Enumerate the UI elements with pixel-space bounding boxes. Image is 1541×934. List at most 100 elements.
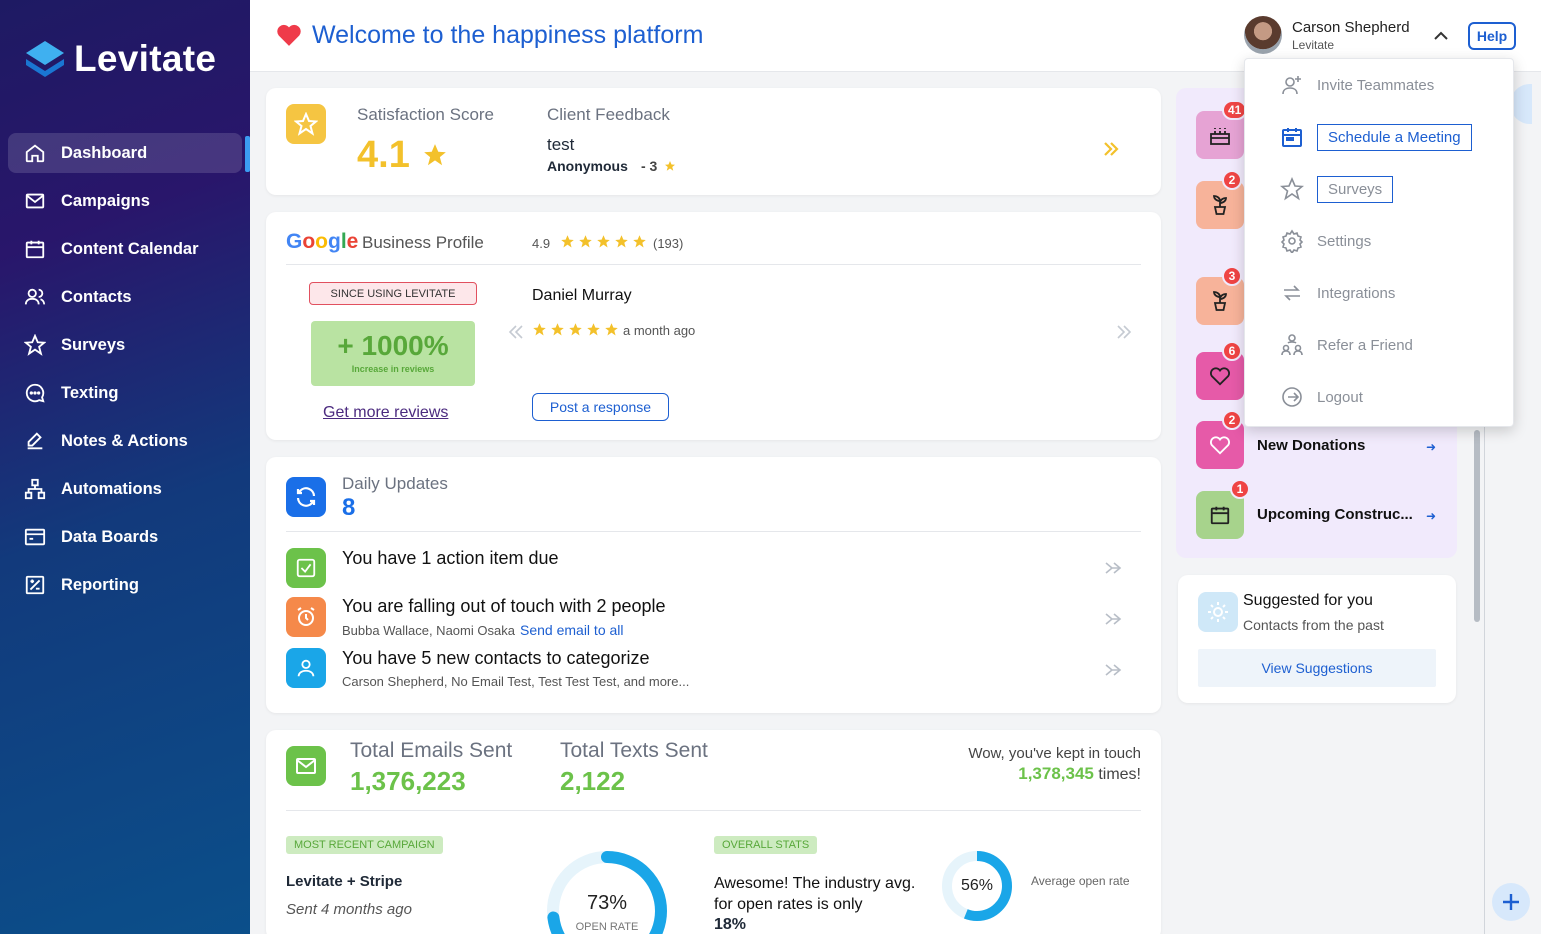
menu-item-settings[interactable]: Settings (1245, 215, 1513, 267)
menu-item-schedule-meeting[interactable]: Schedule a Meeting (1245, 111, 1513, 163)
sidebar-item-dashboard[interactable]: Dashboard (8, 133, 242, 173)
send-email-to-all-link[interactable]: Send email to all (520, 622, 624, 638)
sidebar-item-content-calendar[interactable]: Content Calendar (8, 229, 242, 269)
sidebar-item-texting[interactable]: Texting (8, 373, 242, 413)
calendar-icon (24, 238, 46, 260)
star-icon (1279, 176, 1305, 202)
sidebar-item-label: Contacts (61, 287, 132, 306)
logout-icon (1279, 384, 1305, 410)
double-chevron-right-icon[interactable] (1102, 140, 1120, 158)
business-profile-title: Business Profile (362, 233, 484, 252)
menu-item-invite-teammates[interactable]: Invite Teammates (1245, 59, 1513, 111)
scrollbar[interactable] (1474, 430, 1480, 622)
suggested-card: Suggested for you Contacts from the past… (1178, 575, 1456, 703)
refresh-icon (286, 477, 326, 517)
campaign-sent: Sent 4 months ago (286, 901, 412, 918)
increase-box: + 1000% Increase in reviews (311, 321, 475, 386)
report-icon (24, 574, 46, 596)
suggested-sub: Contacts from the past (1243, 617, 1384, 633)
new-donations-label[interactable]: New Donations (1257, 437, 1365, 454)
chevron-up-icon[interactable] (1433, 29, 1449, 41)
divider (286, 264, 1141, 265)
update-item-text[interactable]: You have 1 action item due (342, 548, 559, 569)
suggested-title: Suggested for you (1243, 592, 1373, 609)
sidebar-item-contacts[interactable]: Contacts (8, 277, 242, 317)
count-badge: 2 (1222, 170, 1242, 190)
menu-item-surveys[interactable]: Surveys (1245, 163, 1513, 215)
increase-sub: Increase in reviews (351, 364, 435, 374)
satisfaction-label: Satisfaction Score (357, 105, 495, 124)
menu-item-integrations[interactable]: Integrations (1245, 267, 1513, 319)
daily-updates-card: Daily Updates 8 You have 1 action item d… (266, 457, 1161, 713)
menu-item-label: Integrations (1317, 284, 1396, 302)
review-stars (532, 322, 619, 337)
rating-stars (560, 234, 647, 249)
since-levitate-badge: SINCE USING LEVITATE (309, 282, 477, 305)
update-item-text[interactable]: You are falling out of touch with 2 peop… (342, 596, 666, 617)
average-open-label: Average open rate (1031, 874, 1130, 888)
lightbulb-icon (1198, 592, 1238, 632)
average-open-value: 56% (960, 877, 994, 894)
sidebar-item-data-boards[interactable]: Data Boards (8, 517, 242, 557)
user-dropdown-menu: Invite Teammates Schedule a Meeting Surv… (1244, 58, 1514, 427)
menu-item-label: Refer a Friend (1317, 336, 1413, 354)
texts-label: Total Texts Sent (560, 739, 708, 762)
sidebar-item-notes-actions[interactable]: Notes & Actions (8, 421, 242, 461)
open-rate-value: 73% (586, 892, 628, 914)
feedback-author: Anonymous (547, 158, 628, 174)
home-icon (24, 142, 46, 164)
help-button[interactable]: Help (1468, 22, 1516, 50)
menu-item-refer-friend[interactable]: Refer a Friend (1245, 319, 1513, 371)
post-response-button[interactable]: Post a response (532, 393, 669, 421)
sidebar-item-label: Campaigns (61, 191, 150, 210)
sidebar-item-label: Automations (61, 479, 162, 498)
double-chevron-right-icon[interactable] (1116, 324, 1132, 340)
overall-stats-badge: OVERALL STATS (714, 836, 818, 854)
sidebar-item-surveys[interactable]: Surveys (8, 325, 242, 365)
count-badge: 3 (1222, 266, 1242, 286)
levitate-logo-icon (26, 41, 64, 77)
count-badge: 2 (1222, 410, 1242, 430)
calendar-icon (1279, 124, 1305, 150)
star-small-icon (664, 160, 676, 172)
get-more-reviews-link[interactable]: Get more reviews (323, 404, 448, 422)
app-name: Levitate (74, 38, 217, 79)
menu-item-label: Schedule a Meeting (1317, 123, 1472, 151)
count-badge: 1 (1230, 479, 1250, 499)
double-arrow-right-icon[interactable] (1104, 561, 1124, 575)
sidebar-item-automations[interactable]: Automations (8, 469, 242, 509)
sidebar-item-label: Data Boards (61, 527, 159, 546)
upcoming-construction-label[interactable]: Upcoming Construc... (1257, 506, 1413, 523)
double-arrow-right-icon[interactable] (1104, 612, 1124, 626)
campaign-name[interactable]: Levitate + Stripe (286, 873, 402, 890)
kept-count: 1,378,345 (1018, 764, 1094, 783)
avatar[interactable] (1244, 16, 1282, 54)
add-button[interactable] (1492, 883, 1530, 921)
open-rate-label: OPEN RATE (575, 921, 639, 933)
star-icon (24, 334, 46, 356)
sidebar-item-reporting[interactable]: Reporting (8, 565, 242, 605)
client-feedback-label: Client Feedback (547, 105, 670, 124)
double-arrow-right-icon[interactable] (1104, 663, 1124, 677)
arrow-right-icon[interactable]: ➜ (1426, 440, 1436, 454)
menu-item-logout[interactable]: Logout (1245, 371, 1513, 423)
gear-icon (1279, 228, 1305, 254)
double-chevron-left-icon[interactable] (508, 324, 524, 340)
plus-icon (1501, 892, 1521, 912)
kept-suffix: times! (1098, 766, 1141, 783)
sidebar-item-label: Surveys (61, 335, 126, 354)
mail-icon (286, 746, 326, 786)
pen-icon (24, 430, 46, 452)
person-icon (286, 648, 326, 688)
emails-value: 1,376,223 (350, 766, 466, 796)
logo[interactable]: Levitate (24, 38, 216, 80)
feedback-rating: - 3 (641, 158, 658, 174)
daily-updates-count: 8 (342, 494, 356, 521)
arrow-right-icon[interactable]: ➜ (1426, 509, 1436, 523)
mail-icon (24, 190, 46, 212)
update-item-text[interactable]: You have 5 new contacts to categorize (342, 648, 650, 669)
view-suggestions-button[interactable]: View Suggestions (1198, 649, 1436, 687)
user-name[interactable]: Carson Shepherd (1292, 19, 1410, 36)
sidebar-item-campaigns[interactable]: Campaigns (8, 181, 242, 221)
sync-icon (1279, 280, 1305, 306)
